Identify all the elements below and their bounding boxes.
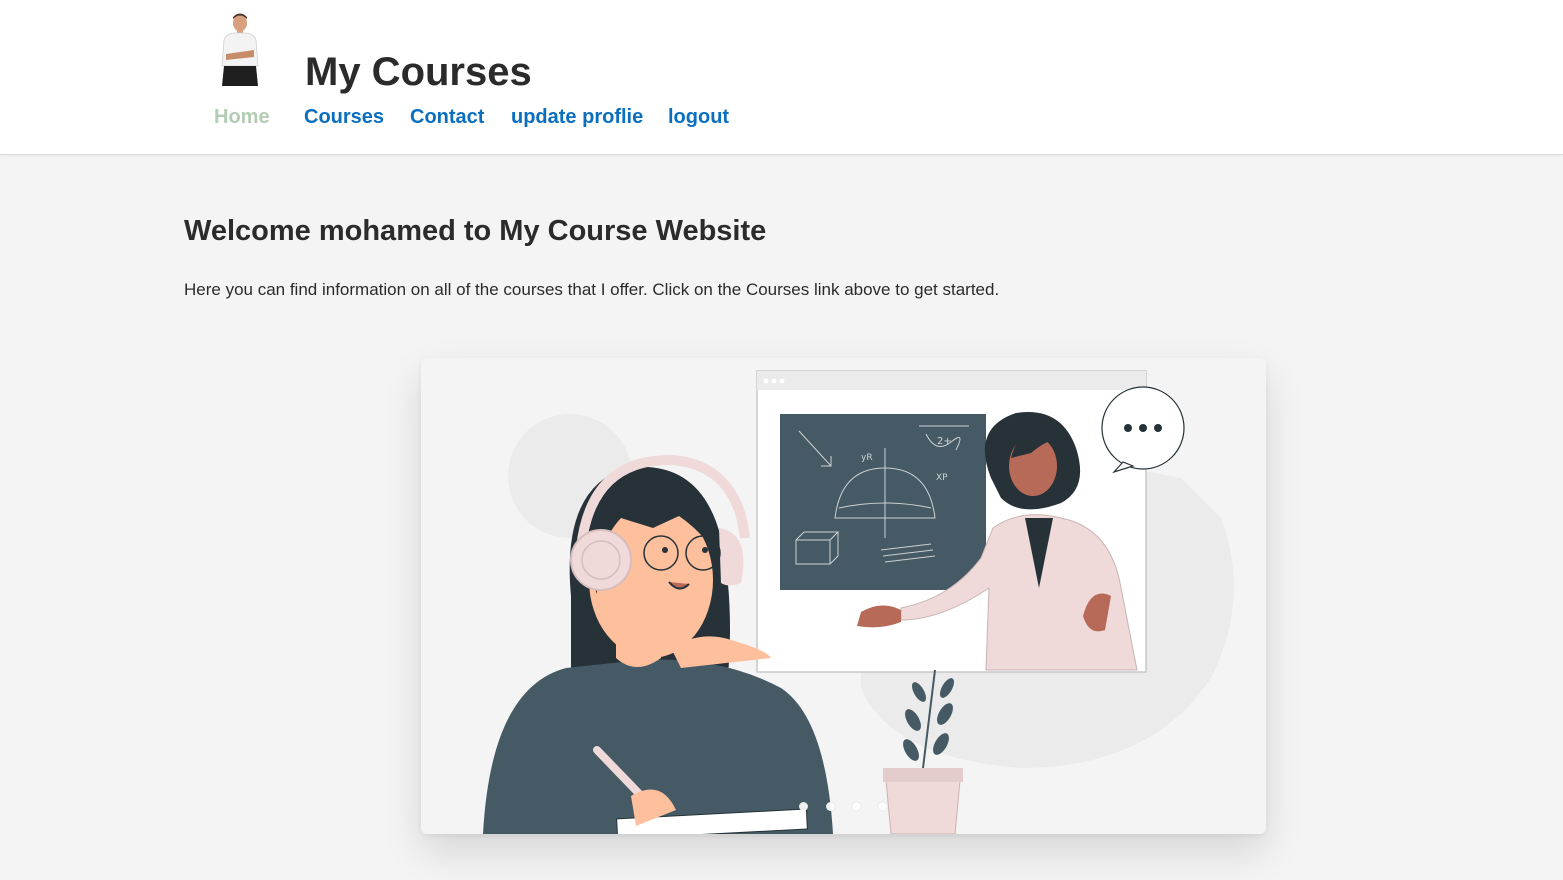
nav-logout[interactable]: logout — [668, 104, 729, 130]
carousel-dot-4[interactable] — [878, 802, 887, 811]
welcome-heading: Welcome mohamed to My Course Website — [184, 215, 767, 247]
nav-contact[interactable]: Contact — [410, 104, 484, 130]
intro-text: Here you can find information on all of … — [184, 280, 1000, 299]
image-carousel[interactable]: 2+ yR XP — [421, 358, 1266, 834]
nav-home[interactable]: Home — [214, 104, 270, 130]
online-learning-illustration: 2+ yR XP — [421, 358, 1266, 834]
carousel-dot-1[interactable] — [799, 802, 808, 811]
svg-text:yR: yR — [861, 453, 873, 463]
svg-text:XP: XP — [936, 473, 948, 483]
carousel-dot-3[interactable] — [852, 802, 861, 811]
nav-update-profile[interactable]: update proflie — [511, 104, 643, 130]
svg-text:2+: 2+ — [937, 436, 952, 447]
nav-courses[interactable]: Courses — [304, 104, 384, 130]
avatar[interactable] — [212, 10, 268, 88]
site-title: My Courses — [305, 50, 532, 94]
carousel-dot-2[interactable] — [826, 802, 835, 811]
site-header: My Courses Home Courses Contact update p… — [0, 0, 1563, 155]
